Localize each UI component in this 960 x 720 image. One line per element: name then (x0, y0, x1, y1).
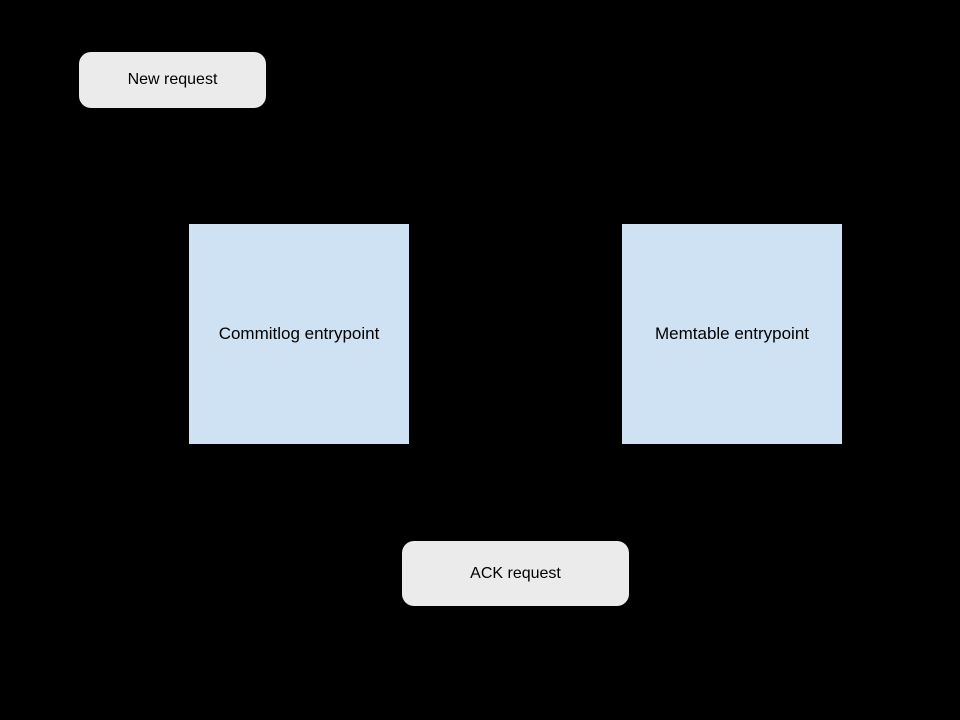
ack-request-node: ACK request (402, 541, 629, 606)
commitlog-node: Commitlog entrypoint (189, 224, 409, 444)
new-request-node: New request (79, 52, 266, 108)
commitlog-label: Commitlog entrypoint (219, 324, 380, 344)
memtable-node: Memtable entrypoint (622, 224, 842, 444)
new-request-label: New request (128, 71, 218, 89)
memtable-label: Memtable entrypoint (655, 324, 809, 344)
ack-request-label: ACK request (470, 565, 561, 583)
